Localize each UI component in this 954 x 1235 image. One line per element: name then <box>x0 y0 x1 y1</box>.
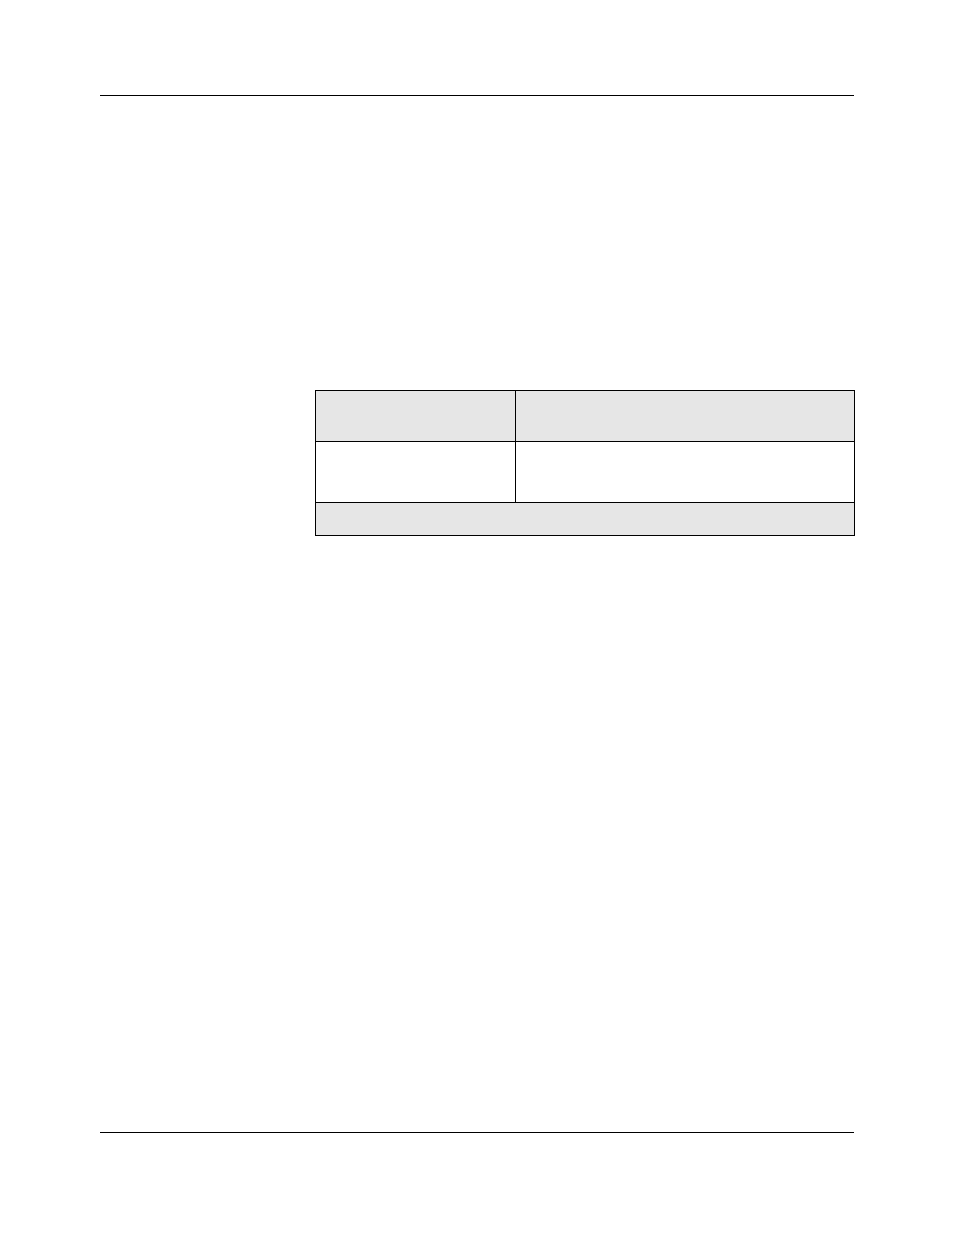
table-header-row <box>316 391 855 442</box>
table-footer-cell <box>316 503 855 536</box>
page <box>0 0 954 1235</box>
table-row <box>316 442 855 503</box>
header-rule <box>100 95 854 96</box>
table-footer-row <box>316 503 855 536</box>
table-cell-1 <box>316 442 516 503</box>
footer-rule <box>100 1132 854 1133</box>
table-header-cell-1 <box>316 391 516 442</box>
data-table <box>315 390 855 536</box>
table-cell-2 <box>515 442 854 503</box>
table-header-cell-2 <box>515 391 854 442</box>
